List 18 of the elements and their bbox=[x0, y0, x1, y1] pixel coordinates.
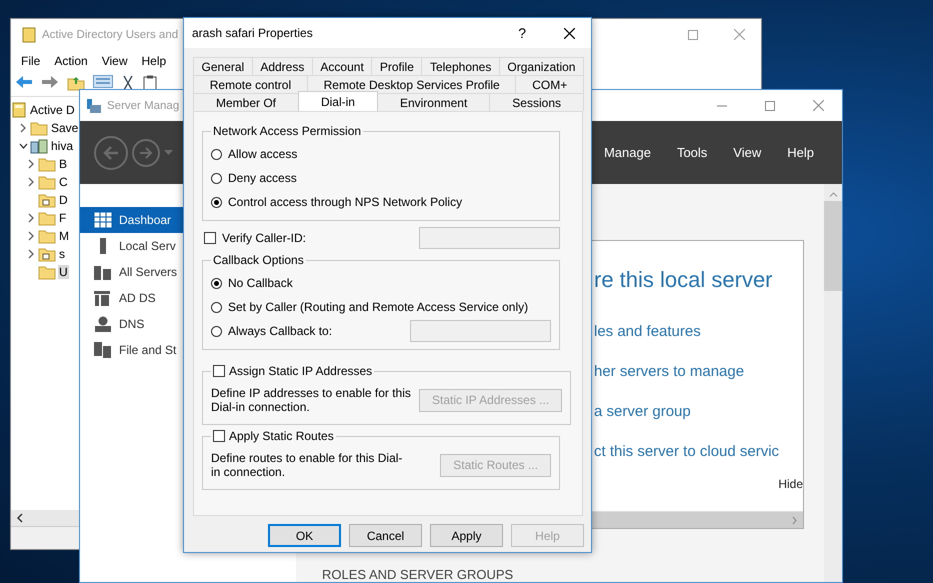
window-title: Server Manag bbox=[107, 100, 180, 112]
dialog-title: arash safari Properties bbox=[192, 26, 313, 40]
checkbox-label: Apply Static Routes bbox=[229, 429, 334, 443]
group-description: Define IP addresses to enable for this Dial-in connection. bbox=[211, 386, 411, 414]
radio-label: No Callback bbox=[228, 276, 293, 290]
group-title: Callback Options bbox=[212, 253, 305, 267]
radio-label: Deny access bbox=[228, 171, 297, 185]
checkbox-label: Assign Static IP Addresses bbox=[229, 364, 372, 378]
radio-label: Control access through NPS Network Policy bbox=[228, 195, 462, 209]
checkbox-label: Verify Caller-ID: bbox=[222, 231, 306, 245]
card-heading: re this local server bbox=[594, 267, 774, 293]
section-heading: ROLES AND SERVER GROUPS bbox=[322, 567, 514, 582]
group-description: Define routes to enable for this Dial-in connection. bbox=[211, 451, 404, 479]
radio-label: Always Callback to: bbox=[228, 324, 332, 338]
window-title: Active Directory Users and bbox=[42, 28, 178, 40]
radio-label: Allow access bbox=[228, 147, 298, 161]
group-title: Network Access Permission bbox=[212, 124, 362, 138]
radio-label: Set by Caller (Routing and Remote Access Service only) bbox=[228, 300, 528, 314]
